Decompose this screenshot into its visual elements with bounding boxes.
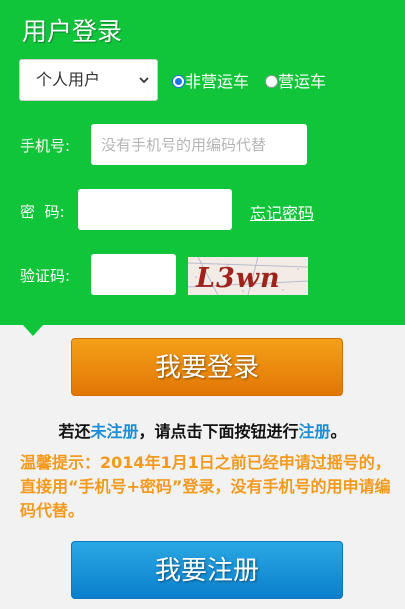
register-prompt: 若还未注册，请点击下面按钮进行注册。 bbox=[0, 418, 405, 442]
password-input[interactable] bbox=[78, 189, 232, 230]
radio-icon-checked[interactable] bbox=[172, 75, 185, 88]
panel-pointer bbox=[22, 324, 44, 336]
prompt-text-3: 。 bbox=[330, 422, 347, 441]
user-type-selected: 个人用户 bbox=[36, 70, 101, 89]
phone-label: 手机号: bbox=[20, 137, 71, 155]
captcha-image[interactable]: L3wn bbox=[188, 257, 308, 295]
warm-tip: 温馨提示：2014年1月1日之前已经申请过摇号的，直接用“手机号+密码”登录，没… bbox=[20, 453, 391, 520]
captcha-text: L3wn bbox=[195, 263, 281, 294]
captcha-label: 验证码: bbox=[20, 267, 71, 285]
radio-commercial[interactable]: 营运车 bbox=[265, 68, 326, 92]
radio-icon-unchecked[interactable] bbox=[265, 75, 278, 88]
register-button[interactable]: 我要注册 bbox=[71, 541, 343, 599]
forgot-password-link[interactable]: 忘记密码 bbox=[250, 200, 314, 224]
user-type-select[interactable]: 个人用户 bbox=[19, 59, 158, 101]
prompt-text-2: ，请点击下面按钮进行 bbox=[138, 422, 299, 441]
register-link[interactable]: 注册 bbox=[299, 422, 331, 441]
unregistered-link[interactable]: 未注册 bbox=[90, 422, 138, 441]
chevron-down-icon bbox=[139, 77, 149, 84]
radio-label-commercial: 营运车 bbox=[278, 72, 327, 91]
radio-non-commercial[interactable]: 非营运车 bbox=[172, 68, 249, 92]
page-title: 用户登录 bbox=[22, 17, 123, 46]
password-label: 密 码: bbox=[20, 203, 65, 221]
phone-input[interactable] bbox=[91, 124, 307, 165]
prompt-text-1: 若还 bbox=[58, 422, 91, 441]
radio-label-non-commercial: 非营运车 bbox=[185, 72, 250, 91]
login-button[interactable]: 我要登录 bbox=[71, 338, 343, 396]
captcha-input[interactable] bbox=[91, 254, 176, 295]
